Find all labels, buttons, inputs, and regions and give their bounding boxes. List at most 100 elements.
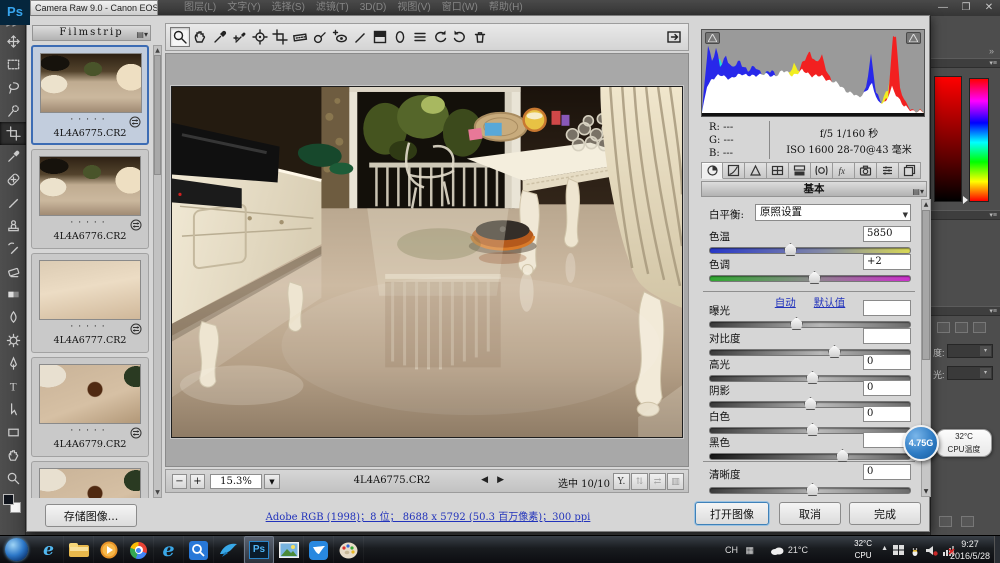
lock-position-icon[interactable] bbox=[955, 322, 968, 333]
white-balance-tool-icon[interactable] bbox=[210, 27, 230, 47]
scroll-down-icon[interactable]: ▼ bbox=[154, 489, 161, 496]
previous-image-button[interactable]: ◀ bbox=[481, 475, 488, 485]
weather-temp[interactable]: 21°C bbox=[788, 545, 808, 555]
slider-track-7[interactable] bbox=[709, 453, 911, 460]
radial-filter-tool-icon[interactable] bbox=[390, 27, 410, 47]
slider-thumb[interactable] bbox=[806, 483, 819, 496]
thumbnail-image[interactable] bbox=[39, 156, 141, 216]
cancel-button[interactable]: 取消 bbox=[779, 502, 841, 525]
done-button[interactable]: 完成 bbox=[849, 502, 921, 525]
crop-tool-icon[interactable] bbox=[270, 27, 290, 47]
filmstrip-menu-icon[interactable]: ▤▾ bbox=[136, 28, 148, 42]
keyboard-icon[interactable]: ▦ bbox=[745, 545, 754, 556]
action-center-icon[interactable] bbox=[893, 545, 904, 557]
fill-dropdown[interactable]: ▾ bbox=[947, 366, 993, 380]
lock-all-icon[interactable] bbox=[973, 322, 986, 333]
open-image-button[interactable]: 打开图像 bbox=[695, 502, 769, 525]
hue-ramp[interactable] bbox=[969, 78, 989, 202]
volume-icon[interactable] bbox=[926, 545, 938, 558]
tab-presets[interactable] bbox=[877, 162, 899, 179]
split-view-toggle[interactable]: ▥ bbox=[667, 473, 684, 490]
menu-item-2[interactable]: 选择(S) bbox=[272, 0, 305, 16]
tray-clock[interactable]: 9:272016/5/28 bbox=[950, 538, 990, 562]
qq-icon[interactable] bbox=[910, 545, 920, 559]
show-desktop-button[interactable] bbox=[994, 536, 1000, 563]
tab-split-toning[interactable] bbox=[789, 162, 811, 179]
menu-item-1[interactable]: 文字(Y) bbox=[227, 0, 260, 16]
slider-thumb[interactable] bbox=[806, 423, 819, 436]
ps-path-selection-tool-icon[interactable] bbox=[0, 398, 26, 421]
ps-crop-tool-icon[interactable] bbox=[0, 122, 26, 145]
ps-marquee-tool-icon[interactable] bbox=[0, 53, 26, 76]
slider-value-8[interactable]: 0 bbox=[863, 464, 911, 480]
zoom-level-value[interactable]: 15.3% bbox=[210, 474, 262, 489]
before-after-swap[interactable]: ⇅ bbox=[631, 473, 648, 490]
highlight-clipping-indicator[interactable] bbox=[906, 32, 921, 44]
taskbar-photo-viewer-icon[interactable] bbox=[274, 536, 304, 563]
cpu-speed-ball[interactable]: 4.75G bbox=[903, 425, 939, 461]
panel-header[interactable]: ▾≡ bbox=[931, 210, 1000, 220]
language-indicator[interactable]: CH bbox=[725, 545, 738, 555]
ps-clone-stamp-tool-icon[interactable] bbox=[0, 214, 26, 237]
thumbnail-image[interactable] bbox=[39, 364, 141, 424]
slider-value-1[interactable]: +2 bbox=[863, 254, 911, 270]
ps-zoom-tool-icon[interactable] bbox=[0, 467, 26, 490]
thumbnail-image[interactable] bbox=[39, 468, 141, 498]
taskbar-photoshop-icon[interactable]: Ps bbox=[244, 536, 274, 563]
minimize-button[interactable]: — bbox=[936, 1, 950, 14]
spot-removal-tool-icon[interactable] bbox=[310, 27, 330, 47]
scroll-up-icon[interactable]: ▲ bbox=[922, 201, 930, 208]
preview-mode-toggle[interactable]: Y. bbox=[613, 473, 630, 490]
filmstrip-scrollbar[interactable]: ▲ ▼ bbox=[153, 45, 162, 498]
thumbnail-image[interactable] bbox=[40, 53, 142, 113]
ps-move-tool-icon[interactable] bbox=[0, 30, 26, 53]
slider-thumb[interactable] bbox=[804, 397, 817, 410]
slider-value-5[interactable]: 0 bbox=[863, 380, 911, 396]
save-image-button[interactable]: 存储图像... bbox=[45, 504, 137, 527]
taskbar-video-app-icon[interactable] bbox=[304, 536, 334, 563]
shadow-clipping-indicator[interactable] bbox=[705, 32, 720, 44]
color-sampler-tool-icon[interactable] bbox=[230, 27, 250, 47]
default-link[interactable]: 默认值 bbox=[814, 297, 846, 309]
scrollbar-thumb[interactable] bbox=[922, 210, 930, 360]
white-balance-select[interactable]: 原照设置▼ bbox=[755, 204, 911, 221]
ps-healing-brush-tool-icon[interactable] bbox=[0, 168, 26, 191]
filmstrip-item-1[interactable]: ····· 4L4A6775.CR2 bbox=[31, 45, 149, 145]
tab-snapshots[interactable] bbox=[899, 162, 921, 179]
start-button[interactable] bbox=[5, 538, 28, 561]
open-preferences-tool-icon[interactable] bbox=[410, 27, 430, 47]
slider-value-2[interactable] bbox=[863, 300, 911, 316]
ps-lasso-tool-icon[interactable] bbox=[0, 76, 26, 99]
menu-item-5[interactable]: 视图(V) bbox=[397, 0, 430, 16]
panel-collapse-icon[interactable]: » bbox=[989, 46, 994, 56]
filmstrip-item-3[interactable]: ····· 4L4A6777.CR2 bbox=[31, 253, 149, 353]
opacity-dropdown[interactable]: ▾ bbox=[947, 344, 993, 358]
ps-history-brush-tool-icon[interactable] bbox=[0, 237, 26, 260]
tab-detail[interactable] bbox=[745, 162, 767, 179]
taskbar-paint-app-icon[interactable] bbox=[334, 536, 364, 563]
filmstrip-item-4[interactable]: ····· 4L4A6779.CR2 bbox=[31, 357, 149, 457]
slider-thumb[interactable] bbox=[808, 271, 821, 284]
panel-bottom-icon[interactable] bbox=[961, 516, 974, 527]
hand-tool-icon[interactable] bbox=[190, 27, 210, 47]
scroll-down-icon[interactable]: ▼ bbox=[922, 488, 930, 495]
taskbar-ie-icon[interactable]: e bbox=[34, 536, 64, 563]
close-button[interactable]: ✕ bbox=[982, 1, 996, 14]
graduated-filter-tool-icon[interactable] bbox=[370, 27, 390, 47]
tab-basic[interactable] bbox=[701, 162, 723, 179]
photo-preview[interactable] bbox=[171, 86, 683, 438]
slider-thumb[interactable] bbox=[784, 243, 797, 256]
panel-menu-icon[interactable]: ▤▾ bbox=[912, 184, 924, 198]
ps-pen-tool-icon[interactable] bbox=[0, 352, 26, 375]
taskbar-chrome-icon[interactable] bbox=[124, 536, 154, 563]
zoom-in-button[interactable]: + bbox=[190, 474, 205, 489]
filmstrip-header[interactable]: Filmstrip ▤▾ bbox=[32, 25, 151, 41]
filmstrip-item-2[interactable]: ····· 4L4A6776.CR2 bbox=[31, 149, 149, 249]
slider-value-4[interactable]: 0 bbox=[863, 354, 911, 370]
hidden-icons-chevron[interactable]: ▲ bbox=[881, 545, 888, 552]
restore-button[interactable]: ❐ bbox=[959, 1, 973, 14]
tab-tone-curve[interactable] bbox=[723, 162, 745, 179]
zoom-level-dropdown-icon[interactable]: ▼ bbox=[264, 474, 280, 489]
rotate-left-tool-icon[interactable] bbox=[430, 27, 450, 47]
taskbar-explorer-icon[interactable] bbox=[64, 536, 94, 563]
